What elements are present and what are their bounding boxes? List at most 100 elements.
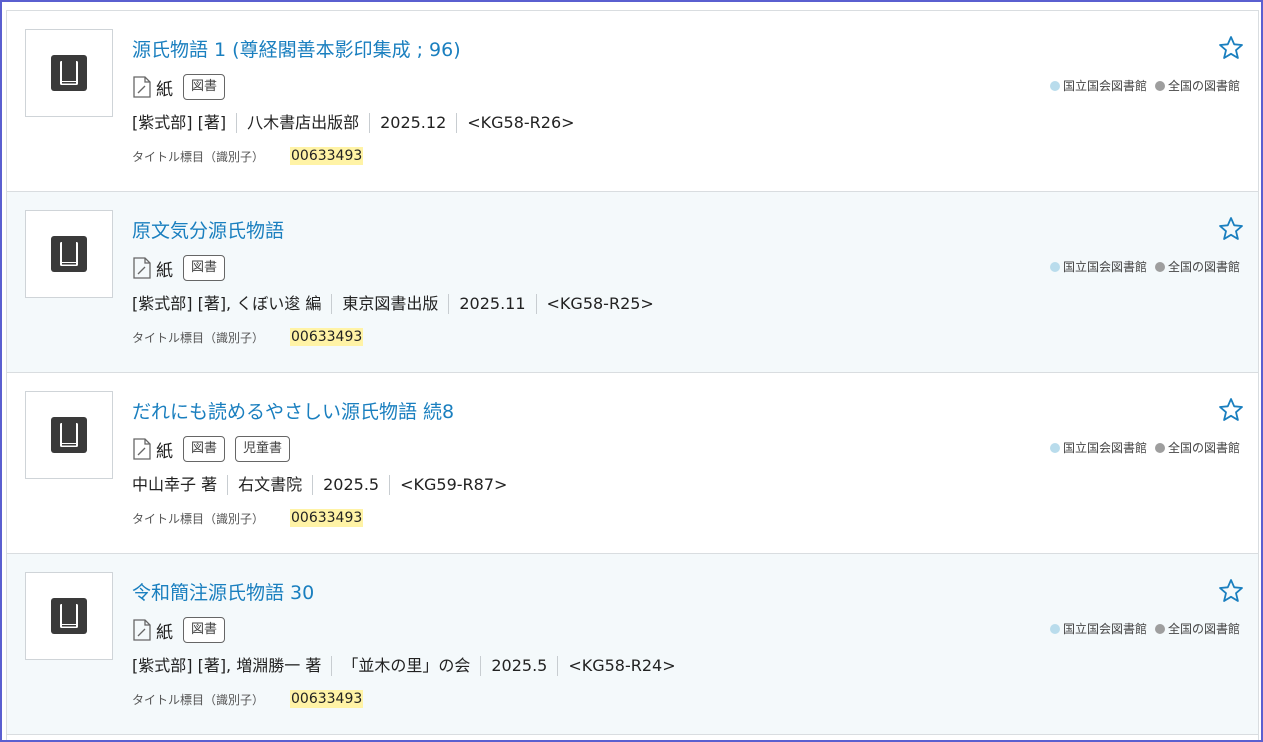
identifier-label: タイトル標目（識別子） xyxy=(132,511,265,526)
result-title[interactable]: だれにも読めるやさしい源氏物語 続8 xyxy=(132,397,454,424)
holding-ndl-label: 国立国会図書館 xyxy=(1062,79,1147,93)
call-number: <KG58-R26> xyxy=(456,113,584,133)
type-badge: 図書 xyxy=(183,255,226,281)
paper-icon xyxy=(133,619,151,641)
pub-date: 2025.5 xyxy=(480,656,557,676)
identifier-value: 00633493 xyxy=(290,328,364,346)
identifier-row: タイトル標目（識別子） 00633493 xyxy=(132,507,364,529)
author: [紫式部] [著], 増淵勝一 著 xyxy=(132,656,322,675)
favorite-star-icon[interactable] xyxy=(1218,35,1244,61)
identifier-label: タイトル標目（識別子） xyxy=(132,692,265,707)
bib-meta: [紫式部] [著] 八木書店出版部 2025.12 <KG58-R26> xyxy=(132,111,585,135)
paper-icon xyxy=(133,438,151,460)
author: 中山幸子 著 xyxy=(132,475,218,494)
paper-label: 紙 xyxy=(156,622,173,643)
holding-all-label: 全国の図書館 xyxy=(1167,260,1240,274)
pub-date: 2025.12 xyxy=(369,113,456,133)
ndl-dot-icon xyxy=(1049,442,1060,453)
search-results-list: 源氏物語 1 (尊経閣善本影印集成 ; 96) 紙 図書 [紫式部] [著] 八… xyxy=(6,10,1259,740)
holding-ndl[interactable]: 国立国会図書館 xyxy=(1049,258,1147,275)
book-icon xyxy=(51,55,87,91)
result-item: 源氏物語 1 (尊経閣善本影印集成 ; 96) 紙 図書 [紫式部] [著] 八… xyxy=(7,11,1258,192)
identifier-row: タイトル標目（識別子） 00633493 xyxy=(132,688,364,710)
favorite-star-icon[interactable] xyxy=(1218,397,1244,423)
ndl-dot-icon xyxy=(1049,80,1060,91)
holding-ndl-label: 国立国会図書館 xyxy=(1062,260,1147,274)
bib-meta: 中山幸子 著 右文書院 2025.5 <KG59-R87> xyxy=(132,473,517,497)
identifier-row: タイトル標目（識別子） 00633493 xyxy=(132,326,364,348)
identifier-label: タイトル標目（識別子） xyxy=(132,330,265,345)
result-item: 令和簡注源氏物語 30 紙 図書 [紫式部] [著], 増淵勝一 著 「並木の里… xyxy=(7,554,1258,735)
holdings: 国立国会図書館 全国の図書館 xyxy=(1049,77,1240,94)
holding-all[interactable]: 全国の図書館 xyxy=(1154,258,1240,275)
book-icon xyxy=(51,417,87,453)
holding-ndl-label: 国立国会図書館 xyxy=(1062,441,1147,455)
paper-label: 紙 xyxy=(156,260,173,281)
all-dot-icon xyxy=(1154,623,1165,634)
pub-date: 2025.11 xyxy=(448,294,535,314)
paper-format: 紙 xyxy=(132,256,173,281)
publisher: 八木書店出版部 xyxy=(236,113,369,133)
book-icon xyxy=(51,236,87,272)
result-title[interactable]: 原文気分源氏物語 xyxy=(132,216,284,243)
call-number: <KG59-R87> xyxy=(389,475,517,495)
result-title[interactable]: 源氏物語 1 (尊経閣善本影印集成 ; 96) xyxy=(132,35,461,62)
holding-all-label: 全国の図書館 xyxy=(1167,622,1240,636)
holding-all-label: 全国の図書館 xyxy=(1167,79,1240,93)
bib-meta: [紫式部] [著], くぼい逡 編 東京図書出版 2025.11 <KG58-R… xyxy=(132,292,664,316)
thumbnail[interactable] xyxy=(25,572,113,660)
results-frame: 源氏物語 1 (尊経閣善本影印集成 ; 96) 紙 図書 [紫式部] [著] 八… xyxy=(0,0,1263,742)
holding-all[interactable]: 全国の図書館 xyxy=(1154,439,1240,456)
holding-ndl[interactable]: 国立国会図書館 xyxy=(1049,620,1147,637)
type-badge: 図書 xyxy=(183,74,226,100)
ndl-dot-icon xyxy=(1049,623,1060,634)
paper-label: 紙 xyxy=(156,79,173,100)
publisher: 右文書院 xyxy=(227,475,312,495)
publisher: 東京図書出版 xyxy=(331,294,448,314)
all-dot-icon xyxy=(1154,80,1165,91)
favorite-star-icon[interactable] xyxy=(1218,216,1244,242)
holding-all[interactable]: 全国の図書館 xyxy=(1154,77,1240,94)
publisher: 「並木の里」の会 xyxy=(331,656,480,676)
holding-ndl[interactable]: 国立国会図書館 xyxy=(1049,439,1147,456)
holdings: 国立国会図書館 全国の図書館 xyxy=(1049,439,1240,456)
favorite-star-icon[interactable] xyxy=(1218,578,1244,604)
holding-all[interactable]: 全国の図書館 xyxy=(1154,620,1240,637)
identifier-label: タイトル標目（識別子） xyxy=(132,149,265,164)
holding-ndl-label: 国立国会図書館 xyxy=(1062,622,1147,636)
badge-row: 紙 図書 xyxy=(132,73,226,101)
bib-meta: [紫式部] [著], 増淵勝一 著 「並木の里」の会 2025.5 <KG58-… xyxy=(132,654,686,678)
author: [紫式部] [著], くぼい逡 編 xyxy=(132,294,322,313)
identifier-value: 00633493 xyxy=(290,147,364,165)
identifier-value: 00633493 xyxy=(290,690,364,708)
call-number: <KG58-R24> xyxy=(557,656,685,676)
thumbnail[interactable] xyxy=(25,29,113,117)
book-icon xyxy=(51,598,87,634)
type-badge: 図書 xyxy=(183,617,226,643)
badge-row: 紙 図書 xyxy=(132,616,226,644)
holding-all-label: 全国の図書館 xyxy=(1167,441,1240,455)
all-dot-icon xyxy=(1154,442,1165,453)
paper-format: 紙 xyxy=(132,75,173,100)
holdings: 国立国会図書館 全国の図書館 xyxy=(1049,620,1240,637)
paper-icon xyxy=(133,257,151,279)
paper-label: 紙 xyxy=(156,441,173,462)
all-dot-icon xyxy=(1154,261,1165,272)
pub-date: 2025.5 xyxy=(312,475,389,495)
badge-row: 紙 図書 xyxy=(132,254,226,282)
result-item: 原文気分源氏物語 紙 図書 [紫式部] [著], くぼい逡 編 東京図書出版 2… xyxy=(7,192,1258,373)
type-badge: 図書 xyxy=(183,436,226,462)
children-badge: 児童書 xyxy=(235,436,291,462)
paper-format: 紙 xyxy=(132,437,173,462)
thumbnail[interactable] xyxy=(25,210,113,298)
result-item: だれにも読めるやさしい源氏物語 続8 紙 図書 児童書 中山幸子 著 右文書院 … xyxy=(7,373,1258,554)
paper-format: 紙 xyxy=(132,618,173,643)
identifier-row: タイトル標目（識別子） 00633493 xyxy=(132,145,364,167)
thumbnail[interactable] xyxy=(25,391,113,479)
badge-row: 紙 図書 児童書 xyxy=(132,435,291,463)
paper-icon xyxy=(133,76,151,98)
ndl-dot-icon xyxy=(1049,261,1060,272)
result-title[interactable]: 令和簡注源氏物語 30 xyxy=(132,578,314,605)
holding-ndl[interactable]: 国立国会図書館 xyxy=(1049,77,1147,94)
call-number: <KG58-R25> xyxy=(535,294,664,314)
